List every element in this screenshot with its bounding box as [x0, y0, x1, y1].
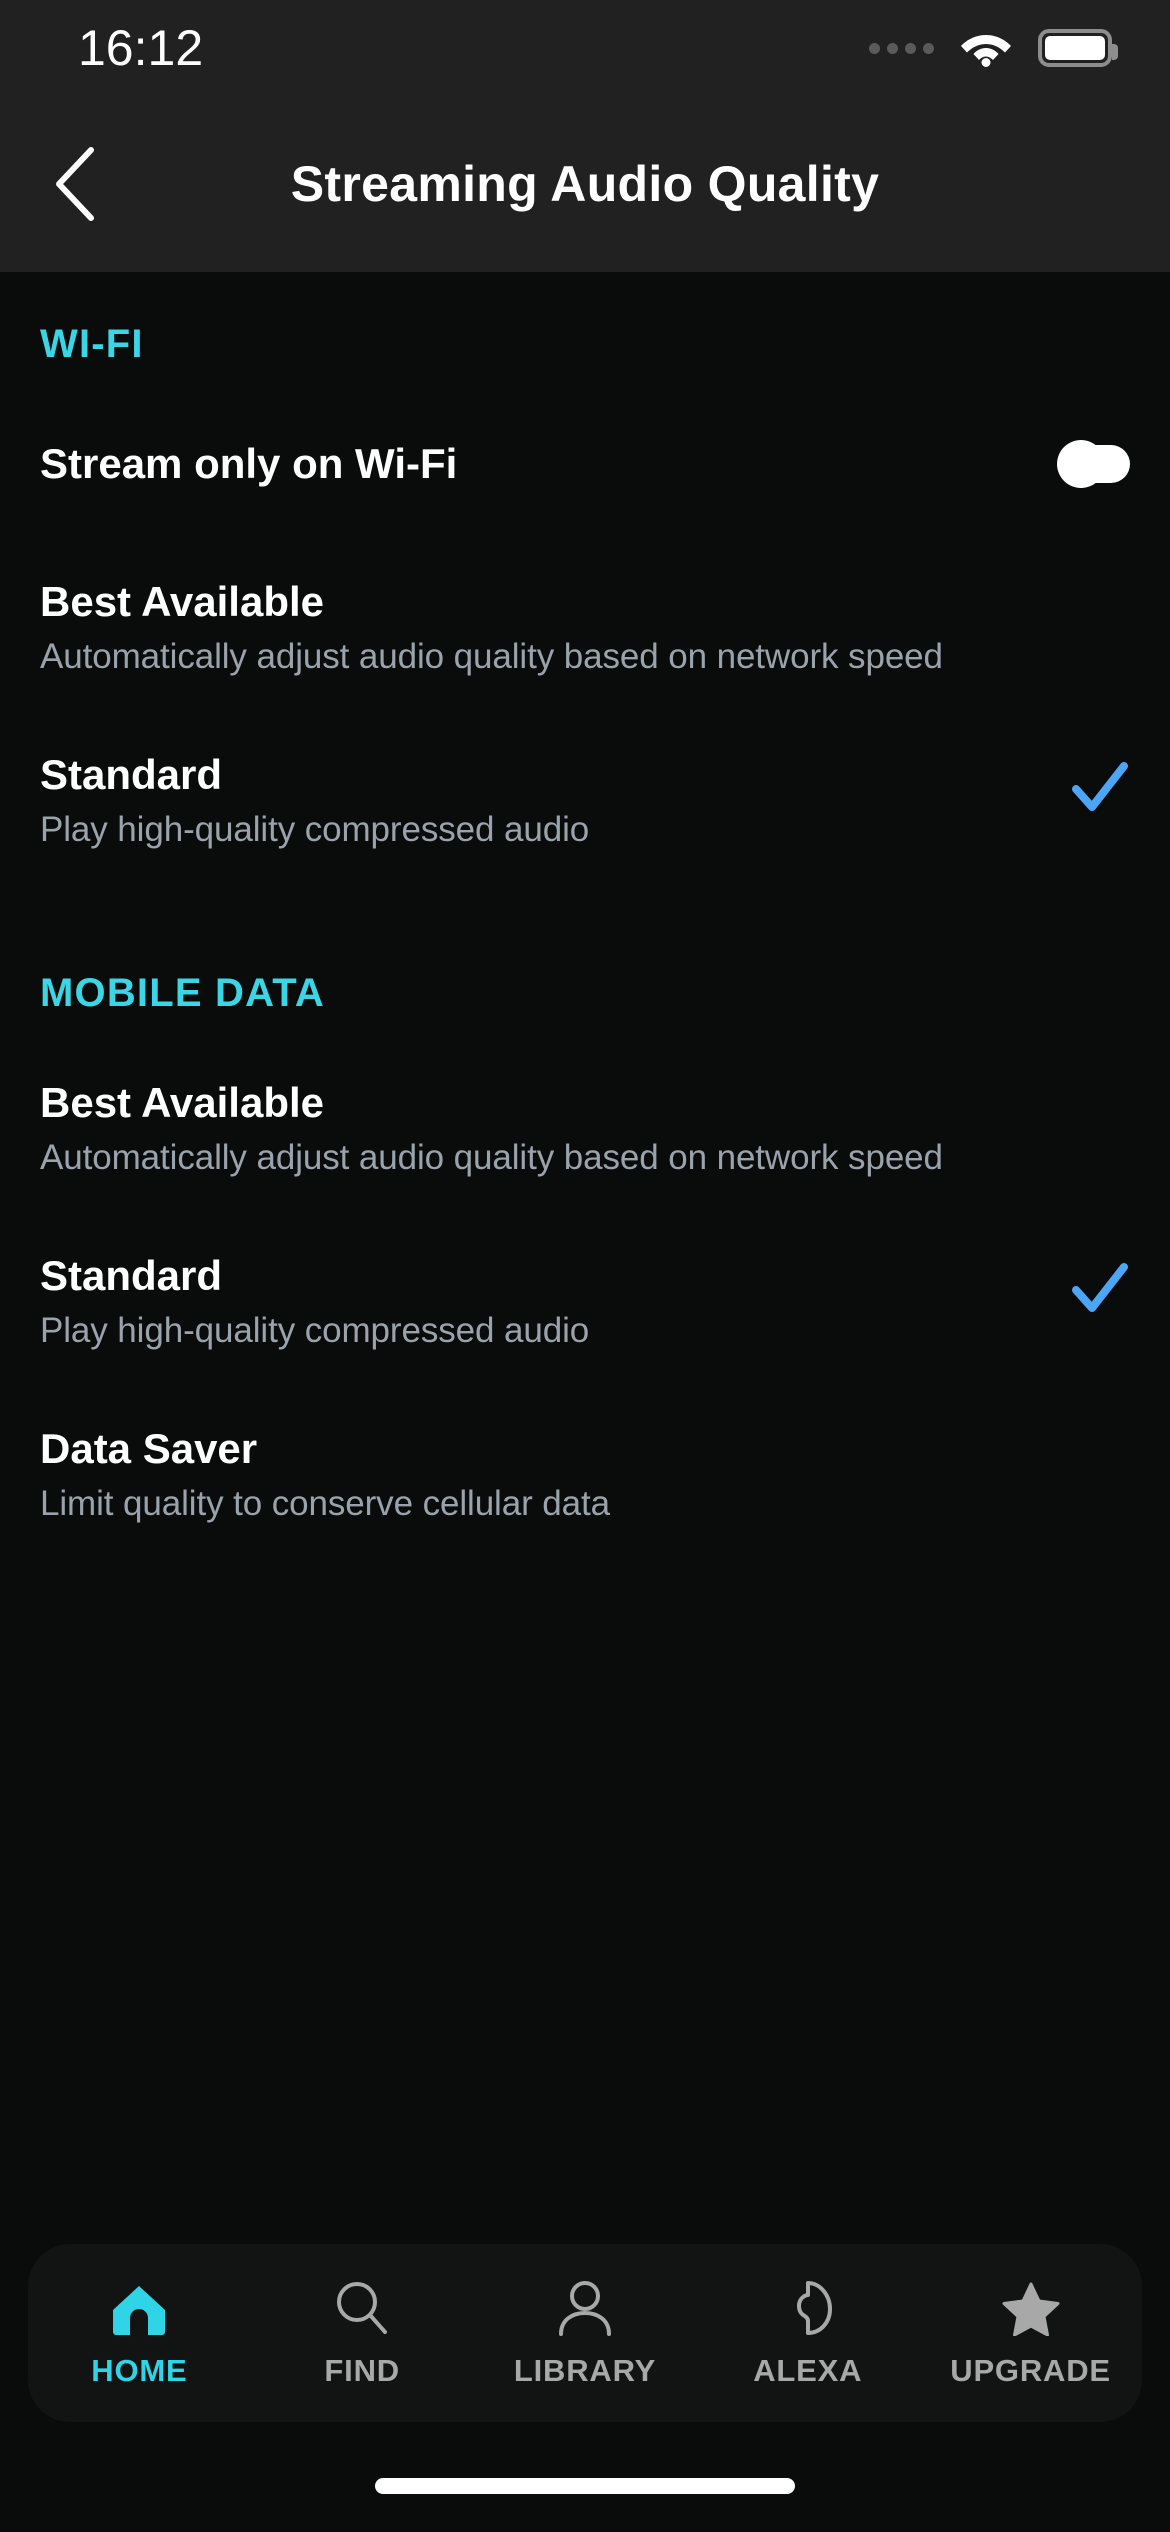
- battery-full-icon: [1038, 29, 1118, 67]
- star-icon: [1002, 2278, 1060, 2336]
- chevron-left-icon: [56, 147, 94, 221]
- row-subtitle: Play high-quality compressed audio: [40, 1310, 590, 1350]
- row-title: Data Saver: [40, 1425, 258, 1473]
- row-mobile-data-saver[interactable]: Data Saver Limit quality to conserve cel…: [40, 1425, 1130, 1524]
- row-subtitle: Automatically adjust audio quality based…: [40, 1137, 943, 1177]
- row-wifi-best-available[interactable]: Best Available Automatically adjust audi…: [40, 578, 1130, 677]
- row-subtitle: Limit quality to conserve cellular data: [40, 1484, 610, 1524]
- wifi-icon: [961, 35, 1011, 67]
- row-wifi-standard[interactable]: Standard Play high-quality compressed au…: [40, 751, 1130, 850]
- stream-only-on-wifi-toggle[interactable]: [1057, 440, 1130, 488]
- selected-check-icon: [1070, 1260, 1130, 1320]
- row-subtitle: Play high-quality compressed audio: [40, 810, 590, 850]
- home-icon: [110, 2278, 168, 2336]
- tab-upgrade[interactable]: UPGRADE: [931, 2278, 1131, 2389]
- tab-alexa[interactable]: ALEXA: [708, 2278, 908, 2389]
- search-icon: [334, 2278, 390, 2336]
- section-header-mobile-data: MOBILE DATA: [40, 970, 326, 1015]
- tab-home[interactable]: HOME: [39, 2278, 239, 2389]
- tab-label: HOME: [91, 2352, 188, 2388]
- row-mobile-best-available[interactable]: Best Available Automatically adjust audi…: [40, 1079, 1130, 1178]
- app-header: Streaming Audio Quality: [0, 96, 1170, 272]
- row-title: Best Available: [40, 578, 325, 625]
- row-title: Standard: [40, 1251, 223, 1299]
- row-title: Stream only on Wi-Fi: [40, 440, 458, 488]
- settings-content: WI-FI Stream only on Wi-Fi Best Availabl…: [0, 272, 1170, 2212]
- section-header-wifi: WI-FI: [40, 322, 144, 366]
- person-icon: [557, 2278, 613, 2336]
- row-title: Best Available: [40, 1078, 325, 1126]
- status-bar-icons: [869, 29, 1118, 67]
- app-screen: 16:12 Streaming Audio Quality WI-FI Stre…: [0, 0, 1170, 2532]
- tab-label: UPGRADE: [950, 2352, 1111, 2388]
- selected-check-icon: [1070, 759, 1130, 819]
- tab-label: ALEXA: [753, 2352, 863, 2388]
- tab-find[interactable]: FIND: [262, 2278, 462, 2389]
- toggle-knob: [1057, 440, 1105, 488]
- bottom-tab-bar: HOME FIND LIBRARY ALEXA UPGRADE: [28, 2244, 1142, 2422]
- tab-label: LIBRARY: [513, 2352, 657, 2388]
- status-bar-time: 16:12: [78, 20, 204, 76]
- home-indicator[interactable]: [375, 2478, 795, 2494]
- row-stream-only-on-wifi[interactable]: Stream only on Wi-Fi: [40, 416, 1130, 512]
- tab-library[interactable]: LIBRARY: [485, 2278, 685, 2389]
- tab-label: FIND: [324, 2352, 400, 2388]
- status-bar: 16:12: [0, 0, 1170, 96]
- alexa-icon: [782, 2278, 834, 2336]
- row-mobile-standard[interactable]: Standard Play high-quality compressed au…: [40, 1252, 1130, 1351]
- signal-dots-icon: [869, 42, 934, 54]
- row-title: Standard: [40, 751, 223, 799]
- back-button[interactable]: [14, 124, 134, 244]
- row-subtitle: Automatically adjust audio quality based…: [40, 637, 943, 677]
- page-title: Streaming Audio Quality: [290, 156, 880, 212]
